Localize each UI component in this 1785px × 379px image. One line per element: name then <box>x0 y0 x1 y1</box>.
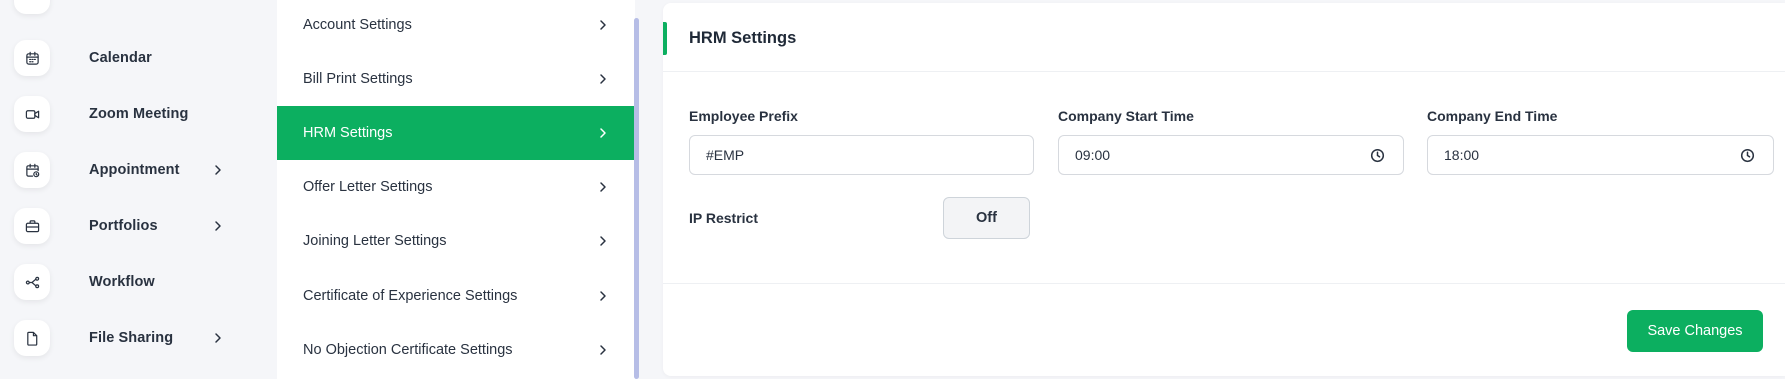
sidebar: Calendar Zoom Meeting Appointment Portfo… <box>0 0 262 379</box>
nav-item-label: HRM Settings <box>303 125 393 141</box>
company-end-time-input[interactable]: 18:00 <box>1427 135 1774 175</box>
sidebar-item-label: Workflow <box>89 274 155 290</box>
chevron-right-icon <box>215 221 221 231</box>
video-icon <box>14 96 50 132</box>
clock-icon[interactable] <box>1370 148 1385 163</box>
chevron-right-icon <box>600 291 606 301</box>
nav-item-bill-print-settings[interactable]: Bill Print Settings <box>277 52 635 106</box>
page-title: HRM Settings <box>689 29 797 47</box>
chevron-right-icon <box>600 128 606 138</box>
ip-restrict-toggle[interactable]: Off <box>943 197 1030 239</box>
company-start-time-label: Company Start Time <box>1058 108 1194 124</box>
employee-prefix-value: #EMP <box>706 147 745 163</box>
chevron-right-icon <box>600 74 606 84</box>
sidebar-item-zoom-meeting[interactable]: Zoom Meeting <box>14 94 254 134</box>
nav-item-hrm-settings[interactable]: HRM Settings <box>277 106 635 160</box>
footer-divider <box>663 283 1785 284</box>
briefcase-icon <box>14 208 50 244</box>
nav-item-no-objection-certificate-settings[interactable]: No Objection Certificate Settings <box>277 323 635 377</box>
nav-item-label: Bill Print Settings <box>303 71 413 87</box>
company-start-time-input[interactable]: 09:00 <box>1058 135 1404 175</box>
hrm-settings-card: HRM Settings Employee Prefix #EMP Compan… <box>663 3 1785 376</box>
employee-prefix-label: Employee Prefix <box>689 108 798 124</box>
sidebar-item-workflow[interactable]: Workflow <box>14 262 254 302</box>
sidebar-item-label: Calendar <box>89 50 152 66</box>
nav-item-account-settings[interactable]: Account Settings <box>277 0 635 52</box>
clock-icon[interactable] <box>1740 148 1755 163</box>
ip-restrict-label: IP Restrict <box>689 210 758 226</box>
file-icon <box>14 320 50 356</box>
sidebar-item-partial[interactable] <box>14 0 50 14</box>
nav-item-label: Offer Letter Settings <box>303 179 433 195</box>
nav-item-label: Joining Letter Settings <box>303 233 447 249</box>
header-divider <box>663 71 1785 72</box>
chevron-right-icon <box>600 20 606 30</box>
company-start-time-value: 09:00 <box>1075 147 1111 163</box>
nav-item-offer-letter-settings[interactable]: Offer Letter Settings <box>277 160 635 214</box>
workflow-icon <box>14 264 50 300</box>
nav-scrollbar[interactable] <box>634 18 639 379</box>
nav-item-label: Account Settings <box>303 17 412 33</box>
sidebar-item-label: Zoom Meeting <box>89 106 189 122</box>
chevron-right-icon <box>215 165 221 175</box>
calendar-icon <box>14 40 50 76</box>
company-end-time-label: Company End Time <box>1427 108 1558 124</box>
title-accent-bar <box>663 22 667 55</box>
sidebar-item-label: File Sharing <box>89 330 174 346</box>
nav-item-certificate-of-experience-settings[interactable]: Certificate of Experience Settings <box>277 269 635 323</box>
chevron-right-icon <box>600 345 606 355</box>
settings-nav: Account Settings Bill Print Settings HRM… <box>277 0 635 379</box>
sidebar-item-appointment[interactable]: Appointment <box>14 150 254 190</box>
save-changes-button[interactable]: Save Changes <box>1627 310 1763 352</box>
nav-item-joining-letter-settings[interactable]: Joining Letter Settings <box>277 214 635 268</box>
company-end-time-value: 18:00 <box>1444 147 1480 163</box>
sidebar-item-label: Portfolios <box>89 218 158 234</box>
sidebar-item-calendar[interactable]: Calendar <box>14 38 254 78</box>
chevron-right-icon <box>600 236 606 246</box>
nav-item-label: Certificate of Experience Settings <box>303 288 518 304</box>
sidebar-item-file-sharing[interactable]: File Sharing <box>14 318 254 358</box>
nav-item-label: No Objection Certificate Settings <box>303 342 513 358</box>
chevron-right-icon <box>215 333 221 343</box>
sidebar-item-label: Appointment <box>89 162 180 178</box>
employee-prefix-input[interactable]: #EMP <box>689 135 1034 175</box>
chevron-right-icon <box>600 182 606 192</box>
sidebar-item-portfolios[interactable]: Portfolios <box>14 206 254 246</box>
calendar-clock-icon <box>14 152 50 188</box>
